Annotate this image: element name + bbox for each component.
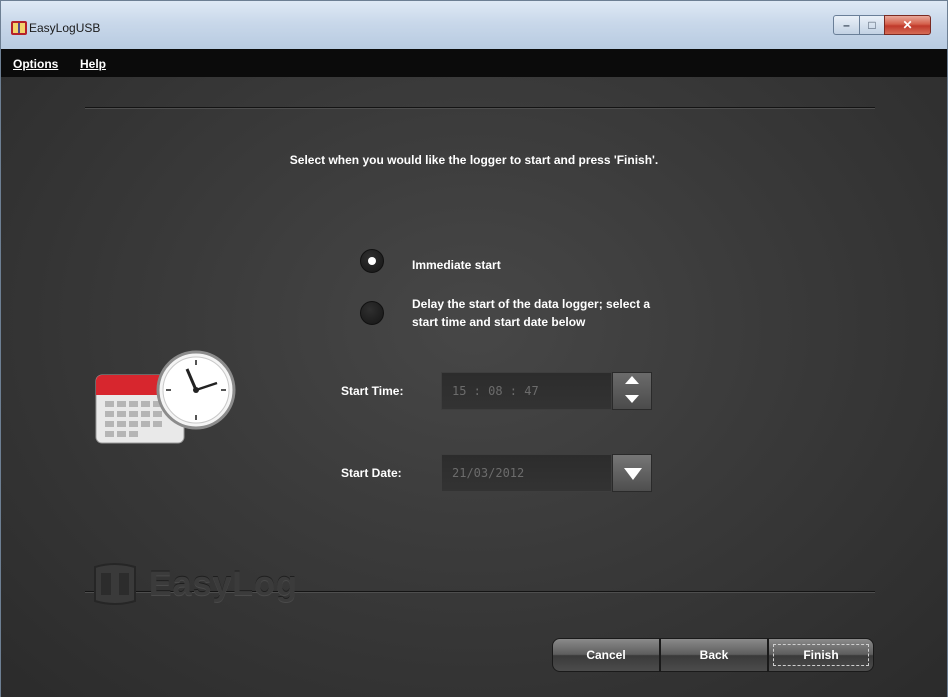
back-button[interactable]: Back — [660, 638, 768, 672]
menu-help[interactable]: Help — [80, 57, 106, 71]
easylog-watermark: EasyLog — [89, 559, 309, 609]
focus-outline — [773, 644, 869, 666]
calendar-clock-icon — [95, 350, 236, 444]
start-time-spinner[interactable] — [612, 372, 652, 410]
arrow-down-icon — [625, 395, 639, 403]
minimize-button[interactable]: – — [833, 15, 860, 35]
top-divider — [85, 107, 875, 109]
spinner-down-button[interactable] — [613, 394, 651, 412]
close-icon: ✕ — [902, 18, 913, 32]
immediate-start-label[interactable]: Immediate start — [412, 257, 501, 273]
radio-selected-dot — [368, 257, 376, 265]
immediate-start-radio[interactable] — [360, 249, 384, 273]
menu-options[interactable]: Options — [13, 57, 58, 71]
title-bar: EasyLogUSB – □ ✕ — [1, 1, 947, 49]
app-window: EasyLogUSB – □ ✕ Options Help Select whe… — [0, 0, 948, 697]
arrow-up-icon — [625, 376, 639, 384]
maximize-icon: □ — [868, 18, 876, 32]
finish-button[interactable]: Finish — [768, 638, 874, 672]
minimize-icon: – — [843, 18, 850, 32]
delay-start-label-line1[interactable]: Delay the start of the data logger; sele… — [412, 296, 650, 312]
start-time-value: 15 : 08 : 47 — [452, 384, 539, 398]
easylog-logo-icon — [94, 563, 136, 605]
window-title: EasyLogUSB — [29, 21, 101, 35]
close-button[interactable]: ✕ — [884, 15, 931, 35]
start-time-field[interactable]: 15 : 08 : 47 — [441, 372, 612, 410]
cancel-button[interactable]: Cancel — [552, 638, 660, 672]
date-dropdown-button[interactable] — [612, 454, 652, 492]
maximize-button[interactable]: □ — [859, 15, 885, 35]
delay-start-radio[interactable] — [360, 301, 384, 325]
start-date-label: Start Date: — [341, 466, 402, 480]
delay-start-label-line2[interactable]: start time and start date below — [412, 314, 585, 330]
start-date-field[interactable]: 21/03/2012 — [441, 454, 612, 492]
instruction-text: Select when you would like the logger to… — [289, 153, 659, 167]
menu-bar: Options Help — [1, 49, 947, 77]
chevron-down-icon — [624, 468, 642, 480]
start-time-label: Start Time: — [341, 384, 404, 398]
spinner-up-button[interactable] — [613, 375, 651, 393]
app-logo-icon — [11, 21, 27, 35]
easylog-logo-text: EasyLog — [149, 565, 298, 603]
start-date-value: 21/03/2012 — [452, 466, 525, 480]
